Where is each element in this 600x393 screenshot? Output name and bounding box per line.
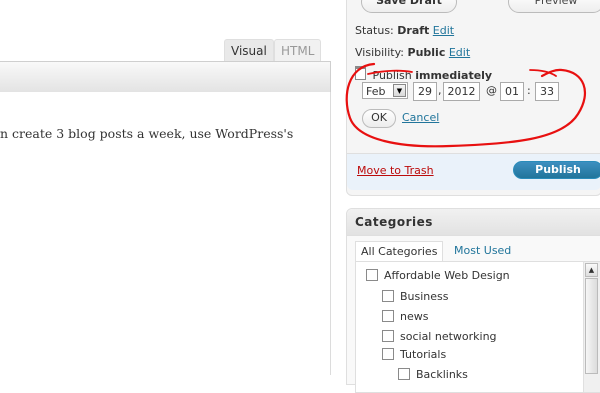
cancel-link[interactable]: Cancel	[402, 111, 439, 124]
publish-time-row: Publish immediately	[355, 66, 492, 82]
categories-box: Categories All Categories Most Used Affo…	[346, 208, 600, 393]
preview-button[interactable]: Preview	[508, 0, 600, 13]
checkbox-icon[interactable]	[382, 330, 394, 342]
category-item[interactable]: Affordable Web Design	[366, 269, 510, 282]
at-separator: @	[486, 84, 497, 97]
publish-label: Publish	[372, 69, 412, 82]
category-label: Business	[400, 290, 449, 303]
scroll-thumb[interactable]	[585, 278, 598, 374]
time-separator: :	[527, 84, 531, 97]
categories-title: Categories	[355, 215, 433, 229]
visibility-value: Public	[407, 46, 446, 59]
checkbox-icon[interactable]	[382, 310, 394, 322]
tab-all-categories[interactable]: All Categories	[355, 241, 444, 262]
visibility-row: Visibility: Public Edit	[355, 46, 470, 59]
status-label: Status:	[355, 24, 394, 37]
category-item[interactable]: Business	[382, 290, 449, 303]
post-sidebar: Save Draft Preview Status: Draft Edit Vi…	[340, 0, 600, 393]
month-value: Feb	[366, 85, 386, 98]
post-editor: Visual HTML n create 3 blog posts a week…	[0, 0, 333, 375]
status-row: Status: Draft Edit	[355, 24, 454, 37]
checkbox-icon[interactable]	[366, 269, 378, 281]
editor-body-text: n create 3 blog posts a week, use WordPr…	[0, 126, 294, 141]
category-label: Affordable Web Design	[384, 269, 510, 282]
status-value: Draft	[397, 24, 430, 37]
category-item[interactable]: social networking	[382, 330, 497, 343]
edit-visibility-link[interactable]: Edit	[449, 46, 470, 59]
category-label: news	[400, 310, 429, 323]
day-input[interactable]: 29	[413, 82, 437, 101]
hour-input[interactable]: 01	[500, 82, 524, 101]
editor-toolbar	[0, 61, 331, 93]
category-label: Tutorials	[400, 348, 447, 361]
edit-status-link[interactable]: Edit	[433, 24, 454, 37]
publish-box: Save Draft Preview Status: Draft Edit Vi…	[346, 0, 600, 196]
publish-time-value: immediately	[415, 69, 493, 82]
minute-input[interactable]: 33	[535, 82, 559, 101]
category-item[interactable]: Tutorials	[382, 348, 446, 361]
date-separator: ,	[438, 84, 442, 97]
checkbox-icon[interactable]	[382, 290, 394, 302]
year-input[interactable]: 2012	[443, 82, 480, 101]
checkbox-icon[interactable]	[398, 368, 410, 380]
category-list: Affordable Web Design Business news soci…	[355, 261, 600, 393]
save-draft-button[interactable]: Save Draft	[361, 0, 457, 13]
tab-most-used[interactable]: Most Used	[454, 241, 511, 261]
calendar-icon	[355, 66, 366, 80]
move-to-trash-link[interactable]: Move to Trash	[357, 164, 434, 177]
publish-button[interactable]: Publish	[513, 161, 600, 179]
tab-html[interactable]: HTML	[274, 39, 322, 62]
tab-visual[interactable]: Visual	[224, 39, 274, 62]
category-scrollbar[interactable]: ▲	[583, 262, 600, 392]
categories-header[interactable]: Categories	[347, 209, 600, 236]
ok-button[interactable]: OK	[362, 109, 396, 128]
month-select[interactable]: Feb ▼	[362, 82, 408, 99]
visibility-label: Visibility:	[355, 46, 405, 59]
category-label: social networking	[400, 330, 497, 343]
dropdown-arrow-icon[interactable]: ▼	[393, 84, 406, 97]
publish-actions: Move to Trash Publish	[347, 153, 600, 190]
scroll-up-icon[interactable]: ▲	[585, 263, 598, 277]
checkbox-icon[interactable]	[382, 348, 394, 360]
category-item[interactable]: news	[382, 310, 428, 323]
